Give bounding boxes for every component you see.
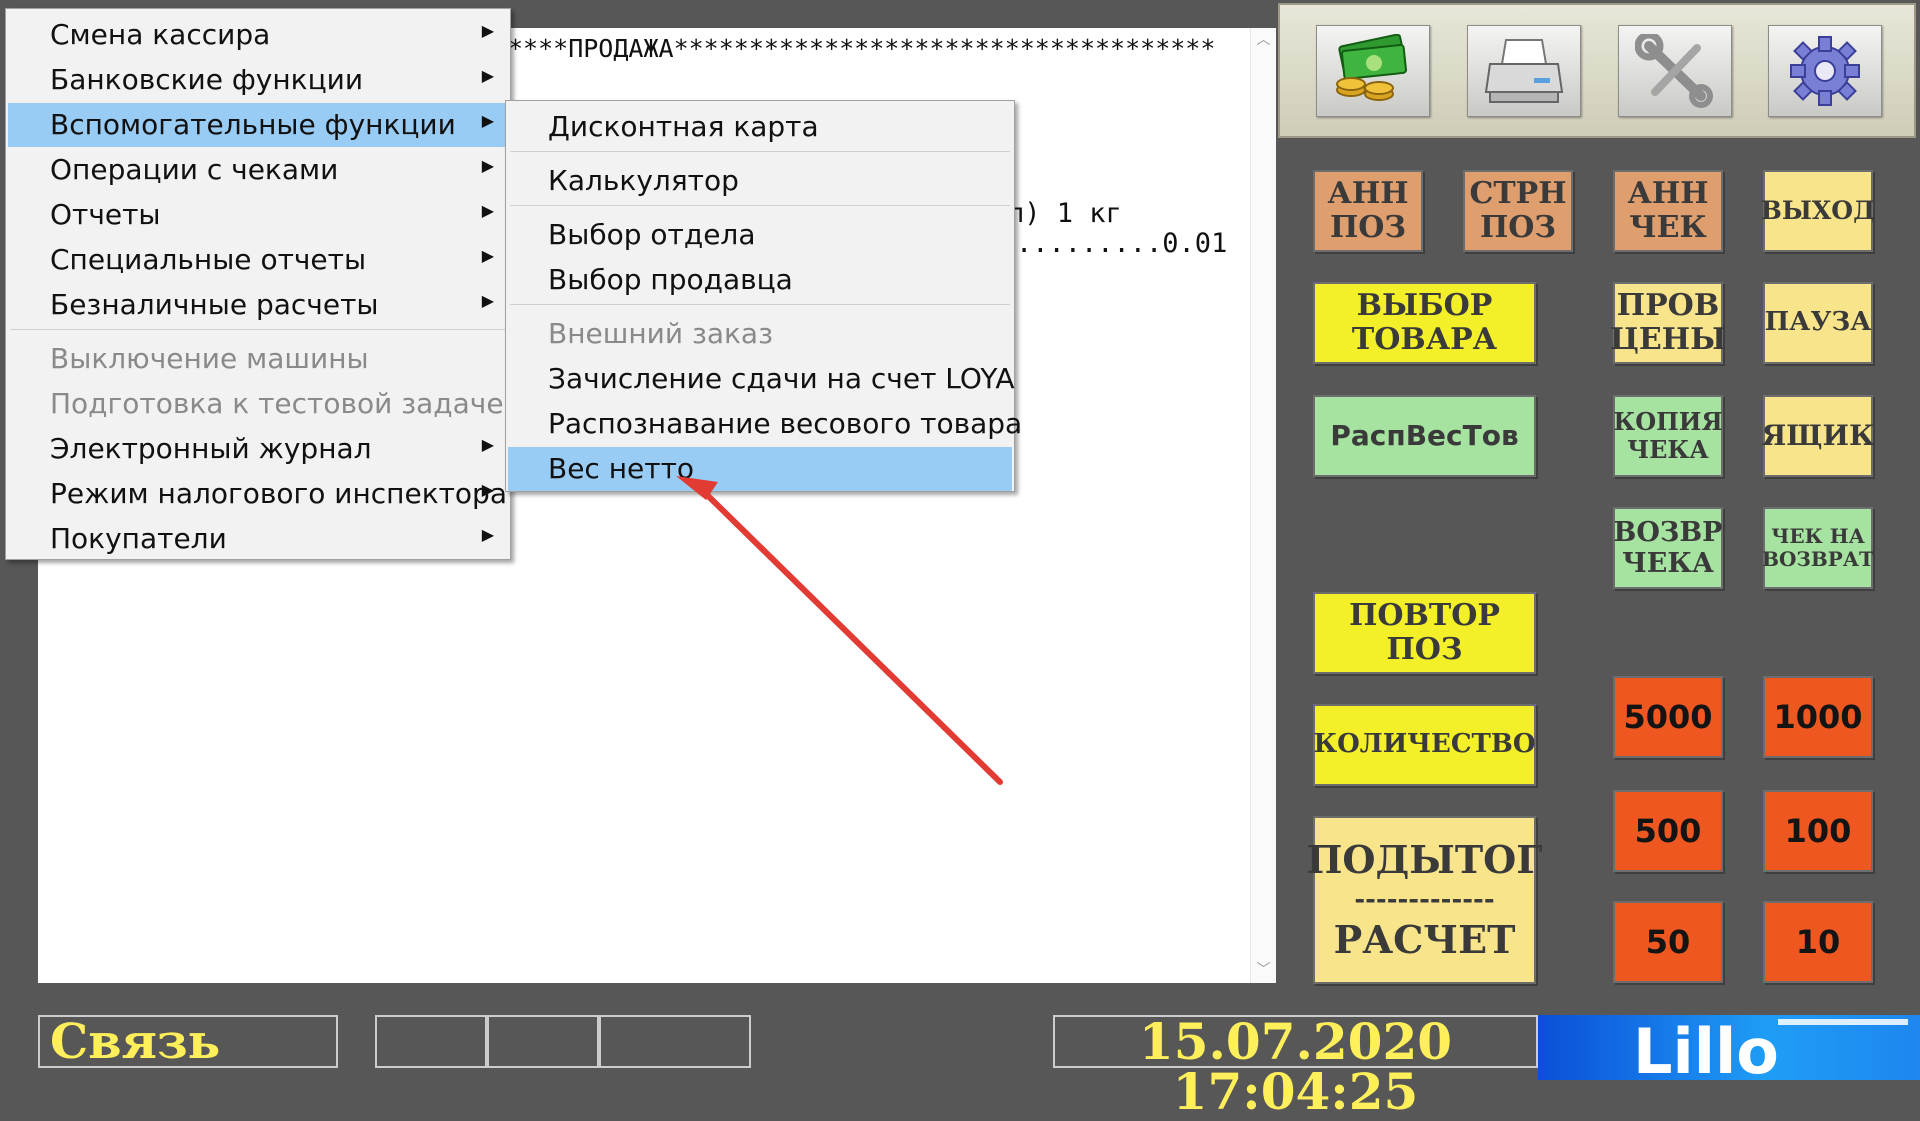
- annotation-arrow-icon: [676, 476, 1003, 785]
